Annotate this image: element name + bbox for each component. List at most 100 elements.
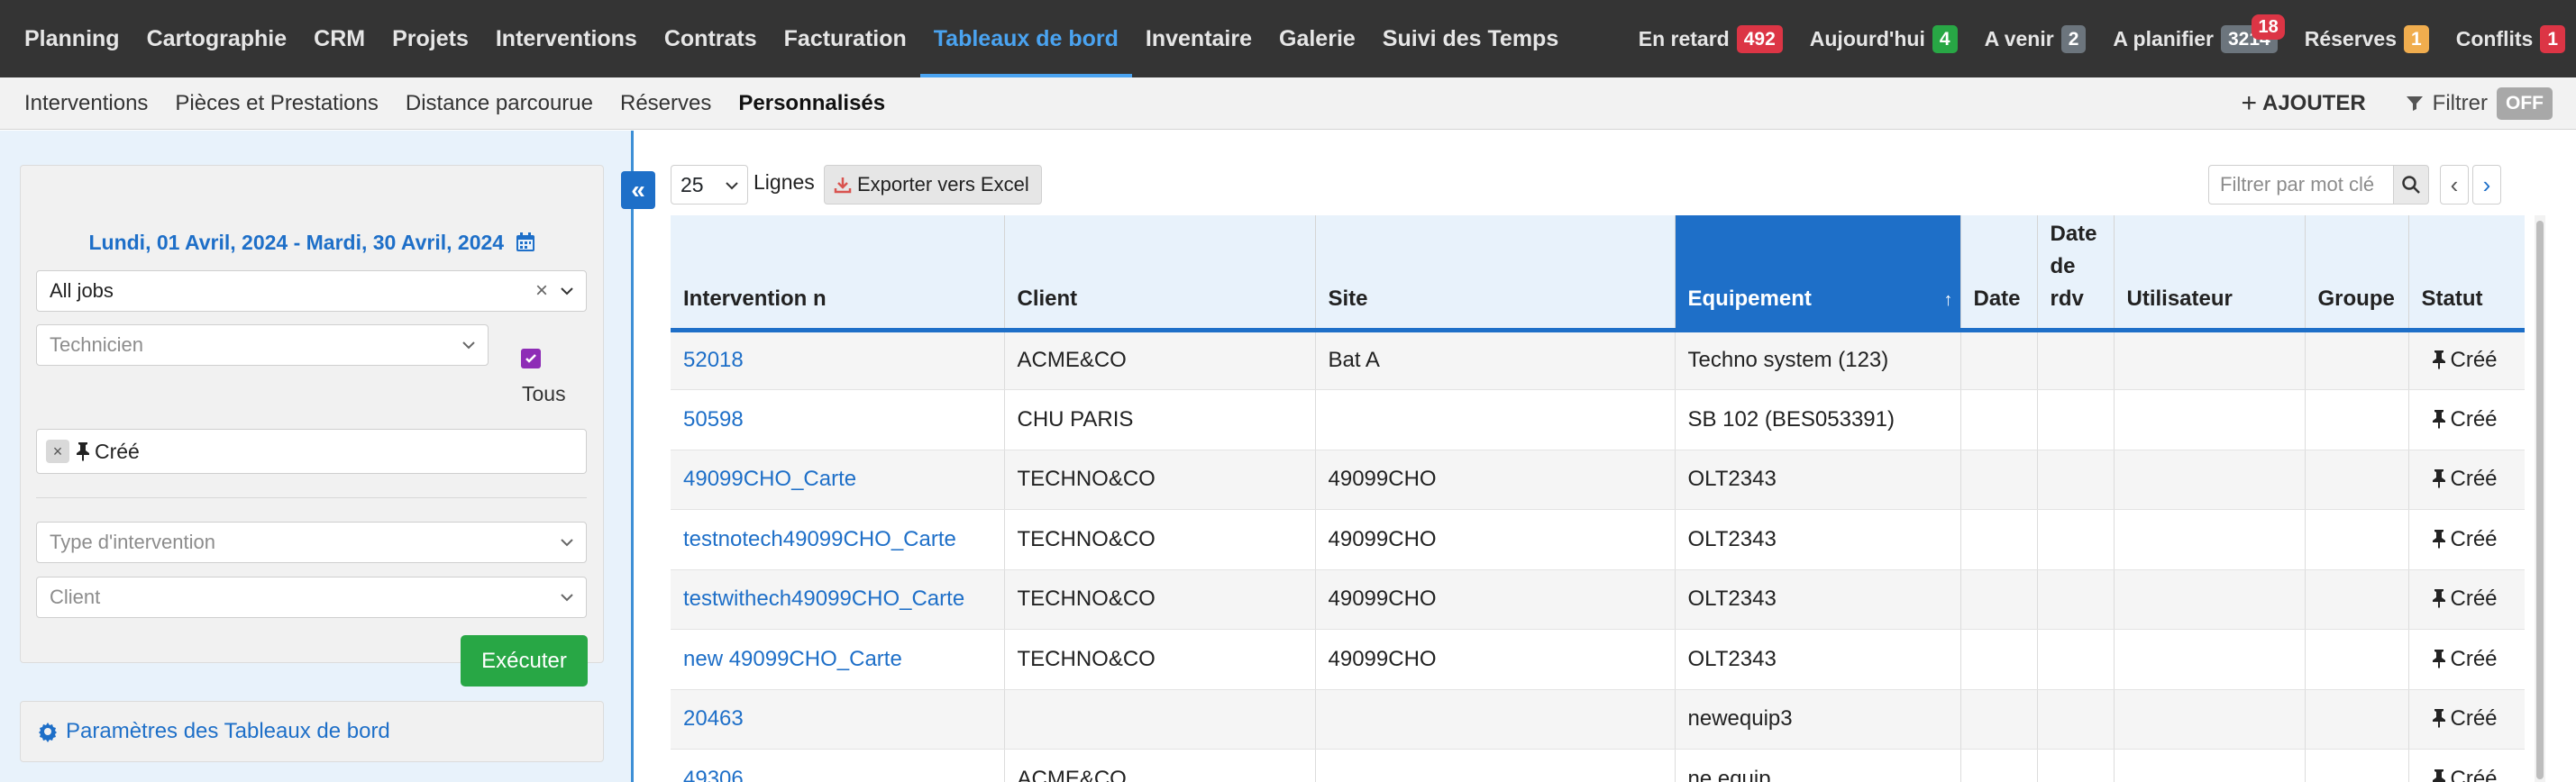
tab-reserves[interactable]: Réserves: [607, 91, 725, 116]
table-scrollbar[interactable]: [2535, 215, 2545, 782]
pin-icon: [2432, 409, 2445, 429]
table-row[interactable]: new 49099CHO_Carte TECHNO&CO 49099CHO OLT23…: [671, 629, 2525, 690]
menu-galerie[interactable]: Galerie: [1265, 0, 1369, 77]
cell-equipement: newequip3: [1675, 689, 1961, 750]
add-button[interactable]: + AJOUTER: [2241, 88, 2365, 119]
table-row[interactable]: testnotech49099CHO_Carte TECHNO&CO 49099CH…: [671, 509, 2525, 570]
filter-form: Lundi, 01 Avril, 2024 - Mardi, 30 Avril,…: [20, 165, 604, 687]
tab-interventions[interactable]: Interventions: [11, 91, 161, 116]
menu-projets[interactable]: Projets: [379, 0, 482, 77]
dashboard-settings-link[interactable]: Paramètres des Tableaux de bord: [20, 701, 604, 762]
cell-equipement: ne equip: [1675, 749, 1961, 782]
counter-a-planifier[interactable]: A planifier 3214 18: [2113, 14, 2285, 53]
tab-personnalises[interactable]: Personnalisés: [725, 91, 899, 116]
counter-aujourdhui[interactable]: Aujourd'hui 4: [1810, 24, 1958, 53]
column-header-client[interactable]: Client: [1004, 215, 1316, 332]
cell-equipement: SB 102 (BES053391): [1675, 389, 1961, 450]
counter-label: A venir: [1984, 26, 2054, 50]
table-row[interactable]: testwithech49099CHO_Carte TECHNO&CO 49099C…: [671, 569, 2525, 630]
cell-equipement: Techno system (123): [1675, 330, 1961, 390]
menu-facturation[interactable]: Facturation: [771, 0, 920, 77]
column-header-statut[interactable]: Statut: [2408, 215, 2525, 332]
menu-contrats[interactable]: Contrats: [651, 0, 771, 77]
intervention-type-select[interactable]: Type d'intervention: [36, 522, 587, 563]
counter-en-retard[interactable]: En retard 492: [1638, 24, 1783, 53]
filter-icon: [2406, 96, 2423, 111]
column-header-intervention[interactable]: Intervention n: [671, 215, 1005, 332]
status-multiselect[interactable]: × Créé: [36, 429, 587, 474]
cell-site: 49099CHO: [1315, 629, 1676, 690]
filter-toggle[interactable]: Filtrer OFF: [2404, 87, 2553, 120]
jobs-select[interactable]: All jobs ×: [36, 270, 587, 312]
menu-tableaux-de-bord[interactable]: Tableaux de bord: [919, 0, 1133, 77]
cell-equipement: OLT2343: [1675, 629, 1961, 690]
client-select[interactable]: Client: [36, 577, 587, 618]
cell-date: [1960, 389, 2038, 450]
cell-utilisateur: [2114, 569, 2306, 630]
execute-button[interactable]: Exécuter: [461, 635, 588, 687]
counter-label: Réserves: [2304, 26, 2398, 50]
all-technicians-checkbox[interactable]: [521, 349, 541, 368]
intervention-link[interactable]: 52018: [671, 330, 1005, 390]
intervention-link[interactable]: testnotech49099CHO_Carte: [671, 509, 1005, 570]
keyword-placeholder: Filtrer par mot clé: [2220, 173, 2375, 196]
status-label: Créé: [2450, 526, 2498, 551]
intervention-link[interactable]: 49099CHO_Carte: [671, 450, 1005, 510]
tab-pieces-prestations[interactable]: Pièces et Prestations: [161, 91, 391, 116]
counter-reserves[interactable]: Réserves 1: [2304, 24, 2429, 53]
cell-site: 49099CHO: [1315, 450, 1676, 510]
intervention-link[interactable]: 50598: [671, 389, 1005, 450]
cell-site: 49099CHO: [1315, 509, 1676, 570]
cell-equipement: OLT2343: [1675, 450, 1961, 510]
cell-statut: Créé: [2408, 450, 2525, 510]
column-header-date[interactable]: Date: [1960, 215, 2038, 332]
date-range-picker[interactable]: Lundi, 01 Avril, 2024 - Mardi, 30 Avril,…: [21, 231, 603, 255]
counter-label: En retard: [1638, 26, 1730, 50]
status-tag-label: Créé: [95, 439, 140, 463]
counter-conflits[interactable]: Conflits 1: [2456, 24, 2565, 53]
export-excel-button[interactable]: Exporter vers Excel: [824, 165, 1042, 205]
calendar-icon: [516, 232, 534, 251]
table-row[interactable]: 50598 CHU PARIS SB 102 (BES053391) Créé: [671, 389, 2525, 450]
pin-icon: [2432, 768, 2445, 782]
intervention-link[interactable]: new 49099CHO_Carte: [671, 629, 1005, 690]
counter-a-venir[interactable]: A venir 2: [1984, 24, 2087, 53]
column-header-utilisateur[interactable]: Utilisateur: [2114, 215, 2306, 332]
clear-icon[interactable]: ×: [535, 278, 548, 304]
tab-distance-parcourue[interactable]: Distance parcourue: [392, 91, 607, 116]
collapse-panel-button[interactable]: «: [621, 171, 655, 209]
menu-inventaire[interactable]: Inventaire: [1132, 0, 1265, 77]
filter-state-badge[interactable]: OFF: [2497, 87, 2553, 120]
column-header-date-rdv[interactable]: Date de rdv: [2037, 215, 2115, 332]
menu-planning[interactable]: Planning: [11, 0, 133, 77]
count-badge: 4: [1932, 24, 1958, 53]
keyword-filter-input[interactable]: Filtrer par mot clé: [2208, 165, 2394, 205]
previous-page-button[interactable]: ‹: [2440, 165, 2469, 205]
scrollbar-thumb[interactable]: [2536, 221, 2544, 779]
technician-select[interactable]: Technicien: [36, 324, 489, 366]
intervention-link[interactable]: testwithech49099CHO_Carte: [671, 569, 1005, 630]
pin-icon: [2432, 709, 2445, 729]
table-row[interactable]: 49306 ACME&CO ne equip Créé: [671, 749, 2525, 782]
table-row[interactable]: 52018 ACME&CO Bat A Techno system (123) Créé: [671, 330, 2525, 390]
remove-tag-icon[interactable]: ×: [46, 440, 69, 463]
page-size-value: 25: [681, 172, 704, 196]
menu-crm[interactable]: CRM: [300, 0, 379, 77]
cell-date: [1960, 629, 2038, 690]
table-row[interactable]: 49099CHO_Carte TECHNO&CO 49099CHO OLT2343 Cr…: [671, 450, 2525, 510]
intervention-link[interactable]: 49306: [671, 749, 1005, 782]
intervention-type-placeholder: Type d'intervention: [50, 531, 215, 553]
menu-suivi-des-temps[interactable]: Suivi des Temps: [1369, 0, 1572, 77]
intervention-link[interactable]: 20463: [671, 689, 1005, 750]
menu-cartographie[interactable]: Cartographie: [133, 0, 301, 77]
table-row[interactable]: 20463 newequip3 Créé: [671, 689, 2525, 750]
column-header-equipement[interactable]: Equipement ↑: [1675, 215, 1961, 332]
next-page-button[interactable]: ›: [2472, 165, 2501, 205]
menu-interventions[interactable]: Interventions: [482, 0, 651, 77]
page-size-select[interactable]: 25: [671, 165, 748, 205]
column-header-site[interactable]: Site: [1315, 215, 1676, 332]
cell-groupe: [2305, 689, 2409, 750]
search-button[interactable]: [2393, 165, 2429, 205]
column-header-groupe[interactable]: Groupe: [2305, 215, 2409, 332]
cell-statut: Créé: [2408, 629, 2525, 690]
